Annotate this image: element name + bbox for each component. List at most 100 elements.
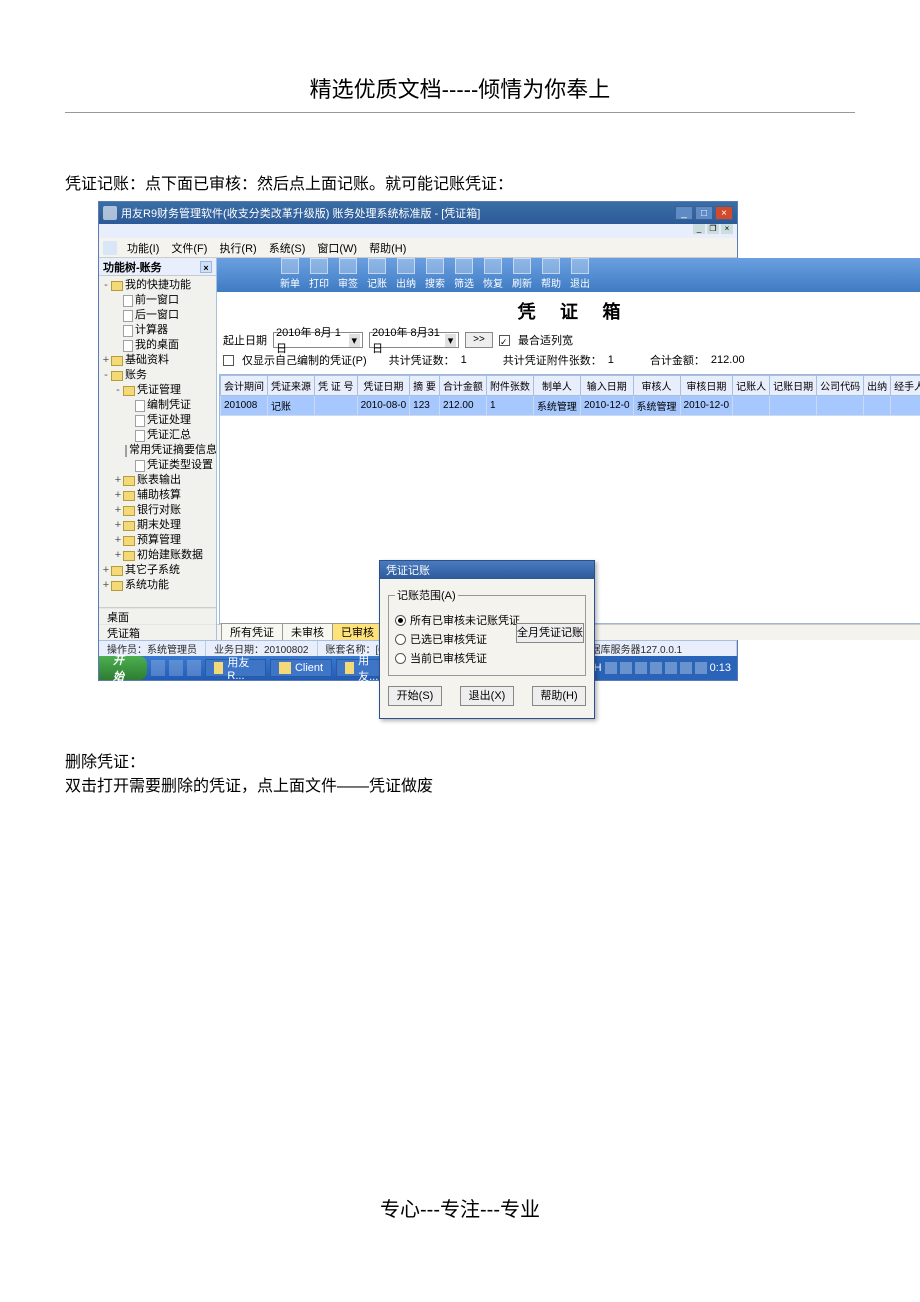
mdi-min[interactable]: _ — [693, 224, 705, 234]
col-header[interactable]: 审核人 — [633, 376, 680, 396]
toolbar-帮助[interactable]: 帮助 — [538, 258, 564, 290]
mdi-close[interactable]: × — [721, 224, 733, 234]
tab-0[interactable]: 所有凭证 — [221, 623, 283, 640]
start-button[interactable]: 开始(S) — [388, 686, 442, 706]
radio-dot-icon — [395, 615, 406, 626]
menu-file[interactable]: 文件(F) — [165, 240, 213, 256]
filter-row-1: 起止日期 2010年 8月 1日▾ 2010年 8月31日▾ >> 最合适列宽 — [217, 330, 920, 350]
menu-help[interactable]: 帮助(H) — [363, 240, 412, 256]
go-button[interactable]: >> — [465, 332, 493, 348]
system-tray[interactable]: CH 0:13 — [580, 656, 737, 680]
start-date-field[interactable]: 2010年 8月 1日▾ — [273, 332, 363, 348]
quicklaunch-icon[interactable] — [169, 660, 183, 676]
only-self-checkbox[interactable] — [223, 355, 234, 366]
col-header[interactable]: 凭证来源 — [268, 376, 315, 396]
taskbar-item[interactable]: 用友R... — [205, 659, 266, 677]
quicklaunch-icon[interactable] — [151, 660, 165, 676]
col-header[interactable]: 制单人 — [533, 376, 580, 396]
function-tree[interactable]: -我的快捷功能前一窗口后一窗口计算器我的桌面+基础资料-账务-凭证管理编制凭证凭… — [99, 276, 216, 607]
toolbar-icon — [281, 258, 299, 274]
col-header[interactable]: 会计期间 — [221, 376, 268, 396]
col-header[interactable]: 审核日期 — [680, 376, 733, 396]
sidebar-bottom: 桌面 凭证箱 — [99, 607, 216, 640]
col-header[interactable]: 摘 要 — [410, 376, 440, 396]
mdi-restore[interactable]: ❐ — [707, 224, 719, 234]
toolbar-恢复[interactable]: 恢复 — [480, 258, 506, 290]
scope-legend: 记账范围(A) — [395, 587, 458, 603]
toolbar-出纳[interactable]: 出纳 — [393, 258, 419, 290]
close-button[interactable]: × — [715, 206, 733, 220]
tree-node[interactable]: -账务 — [101, 368, 214, 383]
tray-icon[interactable] — [665, 662, 677, 674]
taskbar-item[interactable]: Client — [270, 659, 332, 677]
toolbar-新单[interactable]: 新单 — [277, 258, 303, 290]
tree-node[interactable]: -凭证管理 — [101, 383, 214, 398]
status-bizdate: 业务日期：20100802 — [206, 641, 318, 656]
col-header[interactable]: 经手人 — [891, 376, 920, 396]
tree-node[interactable]: +辅助核算 — [101, 488, 214, 503]
col-header[interactable]: 记账人 — [733, 376, 770, 396]
tree-node[interactable]: +系统功能 — [101, 578, 214, 593]
tree-node[interactable]: +期末处理 — [101, 518, 214, 533]
menu-system[interactable]: 系统(S) — [263, 240, 312, 256]
sidebar-tab-voucherbox[interactable]: 凭证箱 — [99, 624, 216, 640]
col-header[interactable]: 附件张数 — [486, 376, 533, 396]
tree-node[interactable]: 凭证处理 — [101, 413, 214, 428]
toolbar-记账[interactable]: 记账 — [364, 258, 390, 290]
tray-icon[interactable] — [620, 662, 632, 674]
tree-node[interactable]: 常用凭证摘要信息 — [101, 443, 214, 458]
chevron-down-icon[interactable]: ▾ — [349, 334, 360, 347]
tree-node[interactable]: +预算管理 — [101, 533, 214, 548]
end-date-field[interactable]: 2010年 8月31日▾ — [369, 332, 459, 348]
menu-window[interactable]: 窗口(W) — [311, 240, 363, 256]
tray-icon[interactable] — [680, 662, 692, 674]
tree-node[interactable]: -我的快捷功能 — [101, 278, 214, 293]
quicklaunch-icon[interactable] — [187, 660, 201, 676]
minimize-button[interactable]: _ — [675, 206, 693, 220]
toolbar-刷新[interactable]: 刷新 — [509, 258, 535, 290]
tree-node[interactable]: +其它子系统 — [101, 563, 214, 578]
sidebar-close[interactable]: × — [200, 261, 212, 273]
col-header[interactable]: 输入日期 — [580, 376, 633, 396]
menu-function[interactable]: 功能(I) — [121, 240, 165, 256]
toolbar-打印[interactable]: 打印 — [306, 258, 332, 290]
tree-node[interactable]: 编制凭证 — [101, 398, 214, 413]
fitwidth-checkbox[interactable] — [499, 335, 510, 346]
tree-node[interactable]: +账表输出 — [101, 473, 214, 488]
radio-current-audited[interactable]: 当前已审核凭证 — [395, 650, 579, 666]
col-header[interactable]: 公司代码 — [817, 376, 864, 396]
table-row[interactable]: 201008 记账 2010-08-0 123 212.00 1 系统管理 20… — [221, 396, 920, 416]
col-header[interactable]: 记账日期 — [770, 376, 817, 396]
tree-node[interactable]: 凭证类型设置 — [101, 458, 214, 473]
maximize-button[interactable]: □ — [695, 206, 713, 220]
tray-icon[interactable] — [650, 662, 662, 674]
exit-button[interactable]: 退出(X) — [460, 686, 514, 706]
toolbar-搜索[interactable]: 搜索 — [422, 258, 448, 290]
tray-icon[interactable] — [635, 662, 647, 674]
menu-run[interactable]: 执行(R) — [213, 240, 262, 256]
toolbar-退出[interactable]: 退出 — [567, 258, 593, 290]
post-month-button[interactable]: 全月凭证记账 — [516, 623, 584, 643]
tree-node[interactable]: +初始建账数据 — [101, 548, 214, 563]
tree-node[interactable]: 凭证汇总 — [101, 428, 214, 443]
tree-node[interactable]: 我的桌面 — [101, 338, 214, 353]
tree-node[interactable]: 计算器 — [101, 323, 214, 338]
tree-node[interactable]: 前一窗口 — [101, 293, 214, 308]
toolbar-审签[interactable]: 审签 — [335, 258, 361, 290]
toolbar-筛选[interactable]: 筛选 — [451, 258, 477, 290]
start-button[interactable]: 开始 — [99, 656, 147, 680]
chevron-down-icon[interactable]: ▾ — [445, 334, 456, 347]
col-header[interactable]: 凭证日期 — [357, 376, 410, 396]
tray-icon[interactable] — [695, 662, 707, 674]
tray-icon[interactable] — [605, 662, 617, 674]
tab-2[interactable]: 已审核 — [332, 623, 383, 640]
tab-1[interactable]: 未审核 — [282, 623, 333, 640]
tree-node[interactable]: +银行对账 — [101, 503, 214, 518]
col-header[interactable]: 凭 证 号 — [315, 376, 358, 396]
sidebar-tab-desktop[interactable]: 桌面 — [99, 608, 216, 624]
col-header[interactable]: 合计金额 — [439, 376, 486, 396]
col-header[interactable]: 出纳 — [864, 376, 891, 396]
tree-node[interactable]: +基础资料 — [101, 353, 214, 368]
help-button[interactable]: 帮助(H) — [532, 686, 586, 706]
tree-node[interactable]: 后一窗口 — [101, 308, 214, 323]
